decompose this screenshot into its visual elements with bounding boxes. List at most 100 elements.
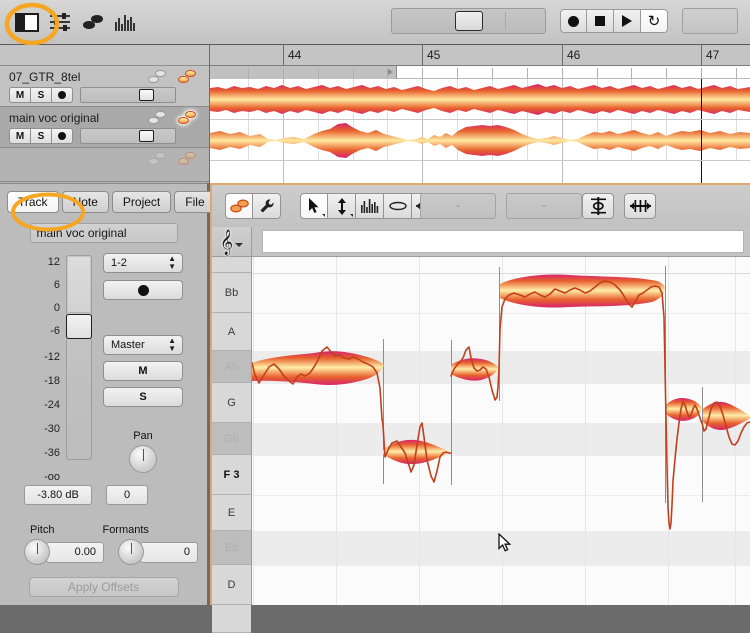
pointer-tool-button[interactable]	[300, 193, 328, 219]
blob-icon-active-selected[interactable]	[178, 111, 197, 125]
solo-button[interactable]: S	[30, 87, 52, 103]
scale-tick: 12	[28, 256, 60, 268]
pitch-tool-button[interactable]	[328, 193, 356, 219]
track-record-button[interactable]	[51, 87, 73, 103]
play-button[interactable]	[614, 9, 641, 33]
formant-tool-button[interactable]	[384, 193, 412, 219]
pan-value-field[interactable]: 0	[106, 485, 148, 505]
chevron-down-icon[interactable]	[235, 243, 243, 247]
blob-tool-button[interactable]	[225, 193, 253, 219]
formants-value-field[interactable]: 0	[140, 542, 198, 563]
ruler-bar-label: 47	[701, 45, 719, 66]
key-row-eb[interactable]: Eb	[212, 531, 251, 565]
ruler-bar-label: 45	[422, 45, 440, 66]
volume-thumb[interactable]	[139, 89, 154, 101]
transport-area: ↻	[391, 8, 738, 34]
editor-ruler-strip[interactable]	[252, 227, 750, 257]
levels-icon[interactable]	[113, 10, 139, 34]
blob-icon-inactive[interactable]	[148, 70, 167, 84]
note-blobs[interactable]	[252, 257, 750, 605]
pitch-value-field[interactable]: 0.00	[46, 542, 104, 563]
inspector-solo-button[interactable]: S	[103, 387, 183, 407]
mute-button[interactable]: M	[9, 87, 31, 103]
volume-value-field[interactable]: -3.80 dB	[24, 485, 92, 505]
cycle-handle-icon[interactable]	[388, 69, 393, 75]
value-row: -3.80 dB 0	[24, 485, 148, 505]
playhead[interactable]	[701, 120, 702, 160]
solo-button[interactable]: S	[30, 128, 52, 144]
ruler-bar-label: 44	[283, 45, 301, 66]
scale-tick: -6	[28, 325, 60, 337]
key-row-gb[interactable]: Gb	[212, 423, 251, 455]
editor-mode-group	[225, 193, 281, 219]
track-controls: M S	[9, 87, 176, 103]
track-volume-slider[interactable]	[80, 87, 176, 103]
blob-icon-active[interactable]	[178, 70, 197, 84]
editor-field-a[interactable]: -	[420, 193, 496, 219]
pitch-key-column[interactable]: Bb A Ab G Gb F 3 E Eb D	[212, 257, 252, 605]
inspector-mute-button[interactable]: M	[103, 361, 183, 381]
time-snap-button[interactable]	[624, 193, 656, 219]
playhead[interactable]	[701, 79, 702, 119]
blob-icon-inactive[interactable]	[148, 111, 167, 125]
key-row-d[interactable]: D	[212, 565, 251, 605]
track-record-button[interactable]	[51, 128, 73, 144]
scale-tick: -oo	[28, 471, 60, 483]
pitch-knob[interactable]	[24, 539, 50, 565]
blob-note-icon[interactable]	[80, 10, 106, 34]
fader-knob[interactable]	[66, 314, 92, 339]
key-row-g[interactable]: G	[212, 383, 251, 423]
key-row[interactable]	[212, 257, 251, 273]
routing-popup[interactable]: Master ▲▼	[103, 335, 183, 355]
pf-labels: Pitch Formants	[0, 524, 207, 536]
cycle-range[interactable]	[210, 66, 397, 79]
timeline-scrollbar[interactable]	[391, 8, 546, 34]
loop-button[interactable]: ↻	[641, 9, 668, 33]
track-header-column: 07_GTR_8tel M S main voc original	[0, 45, 210, 183]
audio-region-vocal[interactable]	[210, 120, 750, 161]
key-row-ab[interactable]: Ab	[212, 351, 251, 383]
track-header-row[interactable]: 07_GTR_8tel M S	[0, 66, 209, 107]
volume-fader[interactable]	[66, 255, 92, 460]
timeline-ruler[interactable]: 44 45 46 47	[210, 45, 750, 66]
waveform-vocal	[210, 120, 750, 161]
key-row[interactable]	[212, 605, 251, 633]
stop-button[interactable]	[587, 9, 614, 33]
clef-selector[interactable]: 𝄞	[212, 227, 252, 257]
pitch-control: 0.00	[24, 539, 104, 565]
toolbar-extra-field[interactable]	[682, 8, 738, 34]
amplitude-tool-button[interactable]	[356, 193, 384, 219]
output-popup[interactable]: 1-2 ▲▼	[103, 253, 183, 273]
key-row-f3[interactable]: F 3	[212, 455, 251, 495]
mute-button[interactable]: M	[9, 128, 31, 144]
track-volume-slider[interactable]	[80, 128, 176, 144]
key-row-a[interactable]: A	[212, 313, 251, 351]
wrench-tool-button[interactable]	[253, 193, 281, 219]
inspector-controls: 1-2 ▲▼ Master ▲▼ M S Pan	[103, 253, 183, 473]
editor-snap-group	[582, 193, 656, 219]
track-header-row-empty[interactable]	[0, 148, 209, 182]
fader-scale: 12 6 0 -6 -12 -18 -24 -30 -36 -oo	[28, 253, 60, 483]
cycle-range-strip[interactable]	[210, 66, 750, 79]
tab-project[interactable]: Project	[112, 191, 171, 213]
formants-control: 0	[118, 539, 198, 565]
formants-knob[interactable]	[118, 539, 144, 565]
blob-icon-inactive	[148, 152, 167, 166]
track-header-row[interactable]: main voc original M S	[0, 107, 209, 148]
editor-field-b[interactable]: -	[506, 193, 582, 219]
apply-offsets-button[interactable]: Apply Offsets	[29, 577, 179, 597]
pf-controls: 0.00 0	[0, 539, 207, 565]
pan-knob[interactable]	[129, 445, 157, 473]
volume-thumb[interactable]	[139, 130, 154, 142]
record-button[interactable]	[560, 9, 587, 33]
inspector-record-button[interactable]	[103, 280, 183, 300]
audio-region-guitar[interactable]	[210, 79, 750, 120]
pitch-snap-button[interactable]	[582, 193, 614, 219]
application-window: ↻ 07_GTR_8tel M S	[0, 0, 750, 605]
key-row-e[interactable]: E	[212, 495, 251, 531]
scrollbar-thumb[interactable]	[455, 11, 483, 31]
key-row-bb[interactable]: Bb	[212, 273, 251, 313]
editor-toolbar: - -	[212, 185, 750, 227]
stepper-arrows-icon: ▲▼	[168, 255, 176, 271]
note-grid[interactable]	[252, 257, 750, 605]
